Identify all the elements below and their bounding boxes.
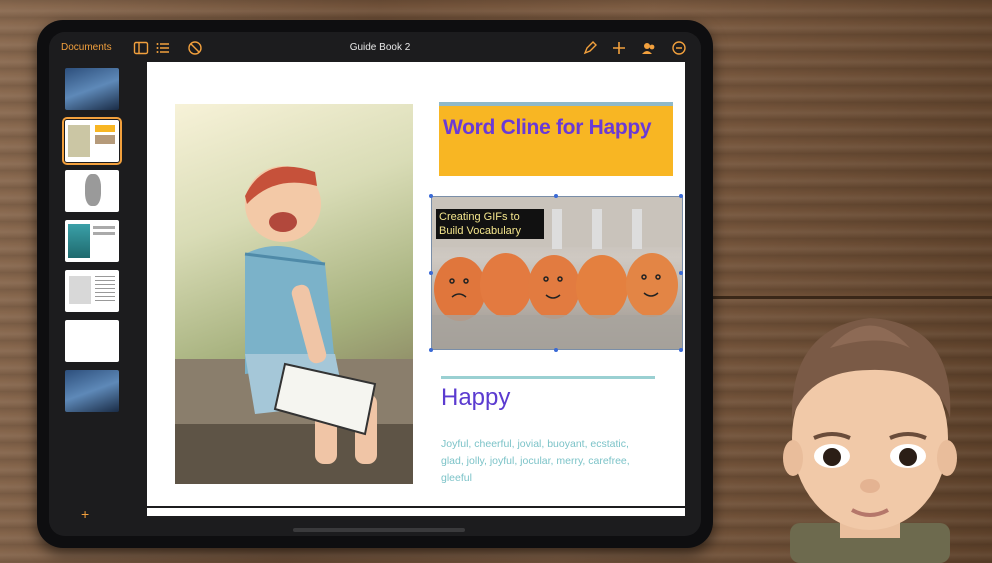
page-thumbnail-1[interactable]: [65, 68, 119, 110]
synonyms-text[interactable]: Joyful, cheerful, jovial, buoyant, ecsta…: [441, 436, 641, 487]
page-heading: Word Cline for Happy: [443, 116, 652, 139]
page-thumbnails-sidebar: +: [49, 66, 137, 536]
eggs-image[interactable]: Creating GIFs to Build Vocabulary: [431, 196, 683, 350]
pages-app-screen: Documents Guide Book 2 + Word Cline for …: [49, 32, 701, 536]
resize-handle[interactable]: [429, 194, 433, 198]
documents-button[interactable]: Documents: [61, 42, 112, 53]
image-caption: Creating GIFs to Build Vocabulary: [436, 209, 544, 239]
home-indicator: [293, 528, 465, 532]
word-title[interactable]: Happy: [441, 384, 510, 412]
page-thumbnail-2[interactable]: [62, 117, 122, 165]
memoji-avatar: [783, 318, 957, 563]
ipad-device: Documents Guide Book 2 + Word Cline for …: [37, 20, 713, 548]
plank-gap: [700, 296, 992, 299]
resize-handle[interactable]: [429, 348, 433, 352]
page-thumbnail-4[interactable]: [65, 220, 119, 262]
resize-handle[interactable]: [679, 348, 683, 352]
heading-banner[interactable]: Word Cline for Happy: [439, 102, 673, 176]
pen-icon[interactable]: [582, 40, 598, 56]
child-reading-photo[interactable]: [175, 104, 413, 484]
add-page-button[interactable]: +: [81, 506, 89, 522]
page-thumbnail-3[interactable]: [65, 170, 119, 212]
child-illustration: [175, 166, 413, 484]
page-thumbnail-7[interactable]: [65, 370, 119, 412]
plus-icon[interactable]: [611, 40, 627, 56]
resize-handle[interactable]: [679, 271, 683, 275]
page-thumbnail-6[interactable]: [65, 320, 119, 362]
more-icon[interactable]: [671, 40, 687, 56]
list-icon[interactable]: [155, 40, 171, 56]
resize-handle[interactable]: [679, 194, 683, 198]
resize-handle[interactable]: [554, 348, 558, 352]
resize-handle[interactable]: [429, 271, 433, 275]
collaborate-icon[interactable]: [641, 40, 657, 56]
page-edge: [147, 508, 685, 516]
no-entry-icon[interactable]: [187, 40, 203, 56]
resize-handle[interactable]: [554, 194, 558, 198]
divider-line: [441, 376, 655, 379]
document-page[interactable]: Word Cline for Happy Creating GIFs to Bu…: [147, 62, 685, 506]
sidebar-toggle-icon[interactable]: [133, 40, 149, 56]
page-thumbnail-5[interactable]: [65, 270, 119, 312]
document-title: Guide Book 2: [349, 42, 411, 53]
toolbar: Documents Guide Book 2: [49, 32, 701, 66]
